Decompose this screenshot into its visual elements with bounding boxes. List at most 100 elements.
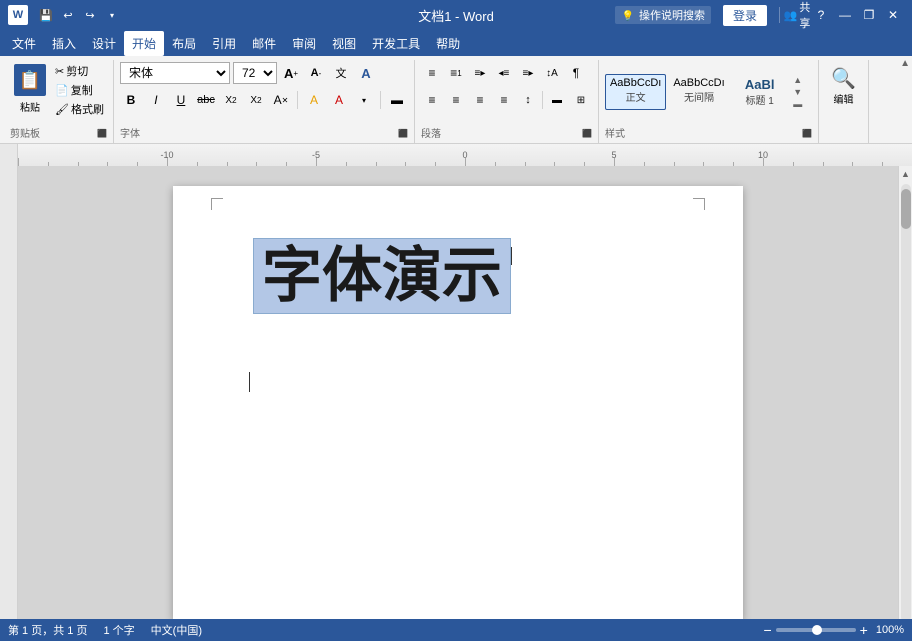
font-expand[interactable]: ⬛ (398, 129, 408, 138)
login-button[interactable]: 登录 (723, 5, 767, 26)
italic-btn[interactable]: I (145, 89, 167, 111)
corner-mark-tl (211, 198, 223, 210)
font-label: 字体 (120, 123, 140, 143)
vertical-scrollbar[interactable]: ▲ ▼ (898, 166, 912, 640)
font-color-a-btn[interactable]: A (328, 89, 350, 111)
bullets-btn[interactable]: ≡ (421, 62, 443, 84)
close-btn[interactable]: ✕ (882, 4, 904, 26)
align-right-btn[interactable]: ≡ (469, 89, 491, 111)
decrease-indent-btn[interactable]: ◂≡ (493, 62, 515, 84)
clear-format-btn[interactable]: A✕ (270, 89, 292, 111)
ribbon-collapse-btn[interactable]: ▲ (900, 58, 910, 69)
font-row-1: 宋体 72 A+ A- 文 A (120, 62, 377, 84)
show-marks-btn[interactable]: ¶ (565, 62, 587, 84)
ribbon-font: 宋体 72 A+ A- 文 A B I U abc X2 (114, 60, 415, 143)
font-highlight-btn[interactable]: A (303, 89, 325, 111)
font-size-select[interactable]: 72 (233, 62, 277, 84)
decrease-font-size-btn[interactable]: A- (305, 62, 327, 84)
numbering-btn[interactable]: ≡1 (445, 62, 467, 84)
menu-developer[interactable]: 开发工具 (364, 31, 428, 56)
word-count-display: 文 (330, 62, 352, 84)
search-help-box[interactable]: 💡 操作说明搜索 (615, 6, 711, 24)
share-btn[interactable]: 👥 共享 (786, 4, 808, 26)
bold-btn[interactable]: B (120, 89, 142, 111)
borders-btn[interactable]: ⊞ (570, 89, 592, 111)
save-quick-btn[interactable]: 💾 (36, 5, 56, 25)
menu-layout[interactable]: 布局 (164, 31, 204, 56)
multilevel-btn[interactable]: ≡▸ (469, 62, 491, 84)
styles-content: AaBbCcDı 正文 AaBbCcDı 无间隔 AaBl 标题 1 ▲ ▼ ▬ (605, 60, 812, 123)
style-no-spacing-label: 无间隔 (684, 89, 714, 104)
menu-mail[interactable]: 邮件 (244, 31, 284, 56)
menu-references[interactable]: 引用 (204, 31, 244, 56)
undo-btn[interactable]: ↩ (58, 5, 78, 25)
sort-btn[interactable]: ↕A (541, 62, 563, 84)
minimize-btn[interactable]: — (834, 4, 856, 26)
para-sep (542, 91, 543, 109)
menu-review[interactable]: 审阅 (284, 31, 324, 56)
strikethrough-btn[interactable]: abc (195, 89, 217, 111)
para-expand[interactable]: ⬛ (582, 129, 592, 138)
format-painter-btn[interactable]: 🖌 格式刷 (52, 100, 107, 118)
document-text[interactable]: 字体演示 (262, 243, 502, 309)
superscript-btn[interactable]: X2 (245, 89, 267, 111)
menu-home[interactable]: 开始 (124, 31, 164, 56)
menu-help[interactable]: 帮助 (428, 31, 468, 56)
menu-view[interactable]: 视图 (324, 31, 364, 56)
scroll-thumb[interactable] (901, 189, 911, 229)
window-title: 文档1 - Word (418, 6, 494, 25)
document-page[interactable]: 字体演示 (173, 186, 743, 620)
increase-font-size-btn[interactable]: A+ (280, 62, 302, 84)
scroll-track[interactable] (901, 184, 911, 622)
zoom-track[interactable] (776, 628, 856, 632)
scroll-up-btn[interactable]: ▲ (899, 166, 912, 182)
clipboard-expand[interactable]: ⬛ (97, 129, 107, 138)
status-bar: 第 1 页，共 1 页 1 个字 中文(中国) − + 100% (0, 619, 912, 641)
justify-btn[interactable]: ≡ (493, 89, 515, 111)
shading-btn[interactable]: ▬ (386, 89, 408, 111)
search-edit-btn[interactable]: 🔍 编辑 (825, 62, 862, 110)
zoom-minus-btn[interactable]: − (763, 622, 771, 638)
style-normal-preview: AaBbCcDı (610, 77, 661, 89)
status-right: − + 100% (763, 622, 904, 638)
paste-btn[interactable]: 📋 (10, 62, 50, 98)
styles-scroll[interactable]: ▲ ▼ ▬ (790, 75, 806, 109)
increase-indent-btn[interactable]: ≡▸ (517, 62, 539, 84)
align-left-btn[interactable]: ≡ (421, 89, 443, 111)
menu-file[interactable]: 文件 (4, 31, 44, 56)
menu-design[interactable]: 设计 (84, 31, 124, 56)
cut-label: 剪切 (66, 63, 88, 79)
para-shading-btn[interactable]: ▬ (546, 89, 568, 111)
font-color-btn[interactable]: A (355, 62, 377, 84)
ribbon: 📋 粘贴 ✂ 剪切 📄 复制 🖌 格式刷 剪贴板 (0, 56, 912, 144)
menu-insert[interactable]: 插入 (44, 31, 84, 56)
separator-1 (297, 91, 298, 109)
font-name-select[interactable]: 宋体 (120, 62, 230, 84)
copy-btn[interactable]: 📄 复制 (52, 81, 107, 99)
line-spacing-btn[interactable]: ↕ (517, 89, 539, 111)
style-normal[interactable]: AaBbCcDı 正文 (605, 74, 666, 110)
clipboard-content: 📋 粘贴 ✂ 剪切 📄 复制 🖌 格式刷 (10, 60, 107, 123)
qa-dropdown[interactable]: ▾ (102, 5, 122, 25)
help-btn[interactable]: ? (810, 4, 832, 26)
zoom-plus-btn[interactable]: + (860, 622, 868, 638)
zoom-thumb[interactable] (812, 625, 822, 635)
scroll-up-arrow[interactable]: ▲ (793, 75, 802, 85)
redo-btn[interactable]: ↪ (80, 5, 100, 25)
align-center-btn[interactable]: ≡ (445, 89, 467, 111)
share-icon: 👥 (784, 9, 798, 22)
styles-expand[interactable]: ⬛ (802, 129, 812, 138)
search-help-label: 操作说明搜索 (639, 10, 705, 22)
scroll-expand-arrow[interactable]: ▬ (793, 99, 802, 109)
subscript-btn[interactable]: X2 (220, 89, 242, 111)
restore-btn[interactable]: ❐ (858, 4, 880, 26)
scroll-down-arrow[interactable]: ▼ (793, 87, 802, 97)
style-heading1[interactable]: AaBl 标题 1 (732, 74, 788, 110)
menu-bar: 文件 插入 设计 开始 布局 引用 邮件 审阅 视图 开发工具 帮助 (0, 30, 912, 56)
ribbon-styles: AaBbCcDı 正文 AaBbCcDı 无间隔 AaBl 标题 1 ▲ ▼ ▬… (599, 60, 819, 143)
underline-btn[interactable]: U (170, 89, 192, 111)
document-area[interactable]: 字体演示 (18, 166, 898, 640)
cut-btn[interactable]: ✂ 剪切 (52, 62, 107, 80)
style-no-spacing[interactable]: AaBbCcDı 无间隔 (668, 74, 729, 110)
font-color-dropdown[interactable]: ▾ (353, 89, 375, 111)
